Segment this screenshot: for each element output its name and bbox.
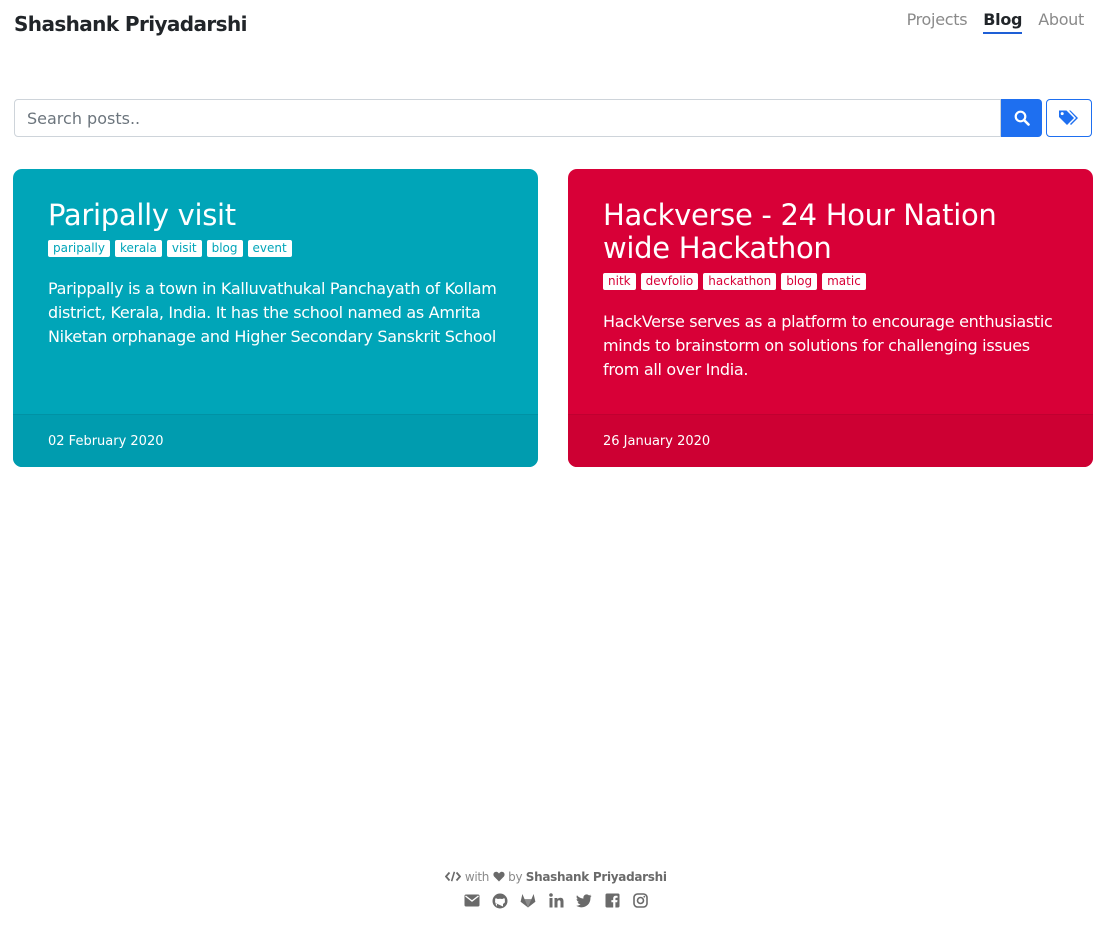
- post-date: 26 January 2020: [603, 433, 711, 449]
- search-input[interactable]: [14, 99, 1001, 137]
- github-icon[interactable]: [492, 892, 509, 909]
- card-body: Paripally visit paripally kerala visit b…: [13, 169, 538, 414]
- card-footer: 02 February 2020: [13, 414, 538, 467]
- post-title[interactable]: Paripally visit: [48, 199, 503, 232]
- post-tags: nitk devfolio hackathon blog matic: [603, 273, 1058, 290]
- tag[interactable]: devfolio: [640, 273, 699, 290]
- tags-filter-button[interactable]: [1046, 99, 1092, 137]
- post-title[interactable]: Hackverse - 24 Hour Nation wide Hackatho…: [603, 199, 1058, 265]
- nav-projects[interactable]: Projects: [907, 10, 968, 34]
- facebook-icon[interactable]: [604, 892, 621, 909]
- post-description: HackVerse serves as a platform to encour…: [603, 312, 1053, 379]
- heart-icon: [493, 871, 505, 882]
- nav-blog[interactable]: Blog: [983, 10, 1022, 34]
- footer-author[interactable]: Shashank Priyadarshi: [526, 870, 667, 884]
- tag[interactable]: nitk: [603, 273, 636, 290]
- search-icon: [1014, 110, 1030, 126]
- post-card-paripally[interactable]: Paripally visit paripally kerala visit b…: [13, 169, 538, 467]
- tag[interactable]: matic: [822, 273, 866, 290]
- tag[interactable]: event: [247, 240, 292, 257]
- post-tags: paripally kerala visit blog event: [48, 240, 503, 257]
- main-nav: Projects Blog About: [907, 10, 1084, 34]
- post-date: 02 February 2020: [48, 433, 164, 449]
- search-button[interactable]: [1001, 99, 1042, 137]
- card-footer: 26 January 2020: [568, 414, 1093, 467]
- tag[interactable]: visit: [166, 240, 202, 257]
- social-links: [0, 892, 1112, 909]
- tag[interactable]: kerala: [114, 240, 162, 257]
- envelope-icon[interactable]: [464, 892, 481, 909]
- footer-credit: with by Shashank Priyadarshi: [0, 870, 1112, 884]
- code-icon: [445, 871, 462, 882]
- tag[interactable]: blog: [206, 240, 243, 257]
- post-card-hackverse[interactable]: Hackverse - 24 Hour Nation wide Hackatho…: [568, 169, 1093, 467]
- site-brand[interactable]: Shashank Priyadarshi: [14, 12, 247, 36]
- tag[interactable]: blog: [781, 273, 818, 290]
- footer-with: with: [464, 870, 490, 884]
- nav-about[interactable]: About: [1038, 10, 1084, 34]
- tag[interactable]: hackathon: [703, 273, 777, 290]
- footer-by: by: [508, 870, 523, 884]
- gitlab-icon[interactable]: [520, 892, 537, 909]
- card-body: Hackverse - 24 Hour Nation wide Hackatho…: [568, 169, 1093, 414]
- instagram-icon[interactable]: [632, 892, 649, 909]
- twitter-icon[interactable]: [576, 892, 593, 909]
- search-bar: [14, 99, 1092, 137]
- tag[interactable]: paripally: [48, 240, 110, 257]
- linkedin-icon[interactable]: [548, 892, 565, 909]
- tags-icon: [1059, 110, 1078, 125]
- post-description: Parippally is a town in Kalluvathukal Pa…: [48, 279, 497, 346]
